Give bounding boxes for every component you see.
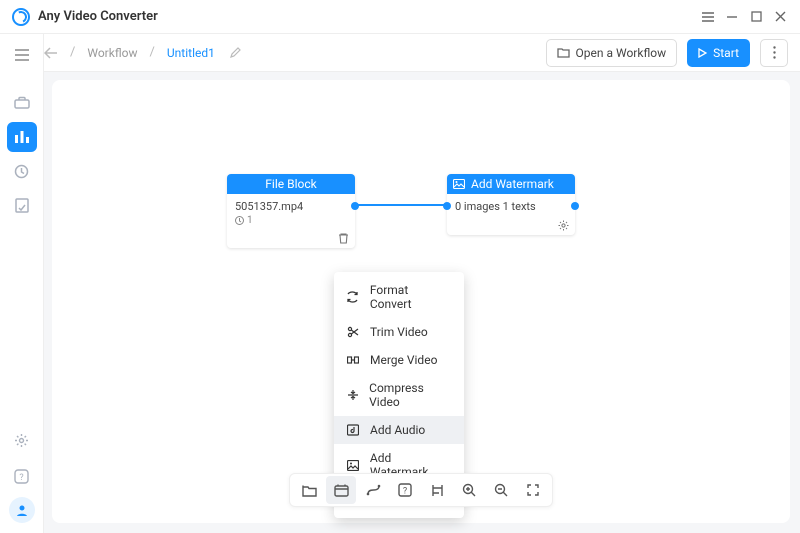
node-file-block[interactable]: File Block 5051357.mp4 1 [227, 174, 355, 248]
port-in[interactable] [443, 202, 451, 210]
crumb-sep: / [150, 45, 155, 60]
maximize-icon[interactable] [744, 5, 768, 29]
node-file-count: 1 [247, 215, 253, 226]
menu-trim-video[interactable]: Trim Video [334, 318, 464, 346]
node-watermark-header: Add Watermark [447, 174, 575, 194]
nav-workflow-icon[interactable] [7, 122, 37, 152]
edit-icon[interactable] [229, 47, 241, 59]
canvas-toolbar: ? [289, 473, 553, 507]
app-name: Any Video Converter [38, 9, 158, 24]
settings-icon[interactable] [7, 425, 37, 455]
trash-icon[interactable] [338, 232, 349, 244]
menu-format-convert[interactable]: Format Convert [334, 276, 464, 318]
file-count-icon [235, 216, 244, 225]
tool-folder-icon[interactable] [294, 476, 324, 504]
watermark-head-icon [453, 179, 465, 189]
node-watermark-title: Add Watermark [471, 177, 554, 191]
more-button[interactable] [760, 39, 788, 67]
avatar[interactable] [9, 497, 35, 523]
sidebar: ? [0, 34, 44, 533]
node-watermark-body: 0 images 1 texts [447, 194, 575, 235]
convert-icon [346, 291, 360, 303]
menu-item-label: Format Convert [370, 283, 452, 311]
tool-fit-icon[interactable] [518, 476, 548, 504]
workflow-canvas[interactable]: File Block 5051357.mp4 1 Add Watermark 0… [52, 80, 790, 523]
tool-node-icon[interactable] [326, 476, 356, 504]
node-file-title: File Block [265, 177, 316, 191]
node-watermark-summary: 0 images 1 texts [455, 200, 567, 213]
compress-icon [346, 389, 359, 401]
topbar: / Workflow / Untitled1 Open a Workflow S… [0, 34, 800, 72]
menu-compress-video[interactable]: Compress Video [334, 374, 464, 416]
node-file-filename: 5051357.mp4 [235, 200, 347, 213]
node-file-body: 5051357.mp4 1 [227, 194, 355, 248]
open-workflow-button[interactable]: Open a Workflow [546, 39, 678, 67]
start-label: Start [713, 46, 739, 60]
audio-icon [346, 424, 360, 436]
menu-add-audio[interactable]: Add Audio [334, 416, 464, 444]
minimize-icon[interactable] [720, 5, 744, 29]
menu-item-label: Trim Video [370, 325, 428, 339]
tool-zoom-out-icon[interactable] [486, 476, 516, 504]
menu-item-label: Compress Video [369, 381, 452, 409]
breadcrumb-current[interactable]: Untitled1 [167, 46, 215, 60]
play-icon [698, 48, 707, 58]
titlebar: Any Video Converter [0, 0, 800, 34]
crumb-sep: / [70, 45, 75, 60]
nav-toolbox-icon[interactable] [7, 88, 37, 118]
node-file-header: File Block [227, 174, 355, 194]
breadcrumb-root[interactable]: Workflow [87, 46, 137, 60]
svg-text:?: ? [403, 487, 407, 497]
svg-text:?: ? [19, 473, 23, 483]
gear-icon[interactable] [558, 220, 569, 231]
menu-item-label: Add Audio [370, 423, 425, 437]
open-workflow-label: Open a Workflow [576, 46, 667, 60]
folder-open-icon [557, 47, 570, 58]
close-icon[interactable] [768, 5, 792, 29]
tool-align-icon[interactable] [422, 476, 452, 504]
edge [352, 204, 456, 206]
start-button[interactable]: Start [687, 39, 750, 67]
menu-item-label: Merge Video [370, 353, 437, 367]
menu-merge-video[interactable]: Merge Video [334, 346, 464, 374]
app-logo-icon [12, 8, 30, 26]
nav-history-icon[interactable] [7, 156, 37, 186]
merge-icon [346, 354, 360, 366]
node-watermark[interactable]: Add Watermark 0 images 1 texts [447, 174, 575, 235]
port-out[interactable] [571, 202, 579, 210]
tool-zoom-in-icon[interactable] [454, 476, 484, 504]
menu-icon[interactable] [696, 5, 720, 29]
tool-help-icon[interactable]: ? [390, 476, 420, 504]
tool-link-icon[interactable] [358, 476, 388, 504]
watermark-icon [346, 460, 360, 471]
scissors-icon [346, 326, 360, 338]
back-icon[interactable] [44, 47, 58, 59]
hamburger-icon[interactable] [14, 38, 30, 72]
nav-notes-icon[interactable] [7, 190, 37, 220]
help-icon[interactable]: ? [7, 461, 37, 491]
port-out[interactable] [351, 202, 359, 210]
